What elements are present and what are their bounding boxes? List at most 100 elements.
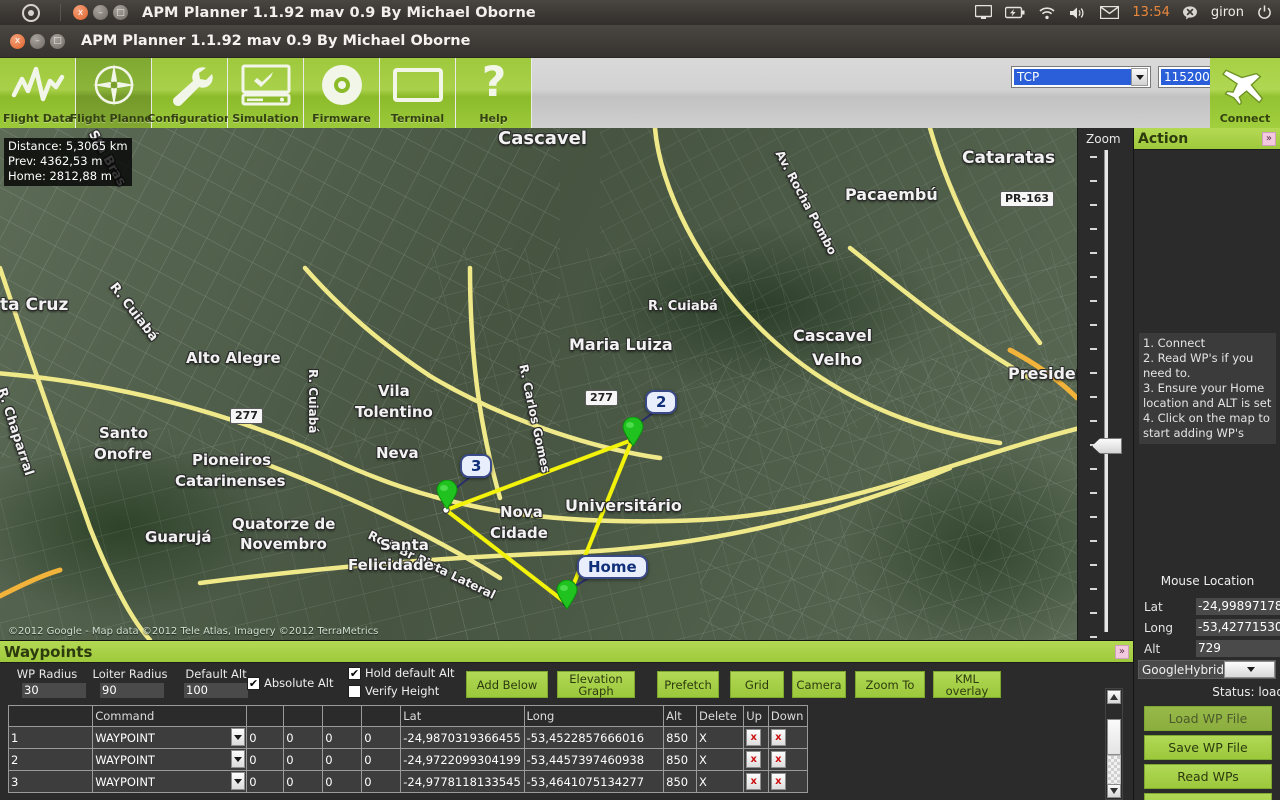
command-cell[interactable]: WAYPOINT: [92, 770, 248, 793]
battery-icon[interactable]: [1005, 6, 1025, 19]
read-wps-button[interactable]: Read WPs: [1144, 764, 1272, 789]
table-header-cell[interactable]: Down: [767, 705, 809, 727]
kml-overlay-button[interactable]: KML overlay: [933, 671, 1001, 698]
chevron-down-icon[interactable]: [1223, 661, 1275, 678]
minimize-icon[interactable]: –: [93, 5, 108, 20]
connect-button[interactable]: Connect: [1210, 58, 1280, 128]
table-body[interactable]: 1 WAYPOINT 0 0 0 0 -24,9870319366455 -53,452285…: [8, 726, 809, 793]
alt-cell[interactable]: 850: [663, 726, 698, 749]
param3-cell[interactable]: 0: [322, 770, 363, 793]
up-cell[interactable]: x: [743, 748, 769, 771]
delete-cell[interactable]: X: [696, 770, 745, 793]
table-row[interactable]: 2 WAYPOINT 0 0 0 0 -24,9722099304199 -53,445739…: [8, 748, 809, 771]
user-status-icon[interactable]: [1182, 5, 1198, 20]
param2-cell[interactable]: 0: [283, 770, 324, 793]
app-window-buttons[interactable]: x – □: [10, 33, 65, 49]
command-cell[interactable]: WAYPOINT: [92, 748, 248, 771]
checkbox-box[interactable]: ✔: [247, 676, 260, 690]
default-alt-input[interactable]: 100: [184, 683, 248, 698]
move-up-button[interactable]: x: [746, 773, 762, 790]
param1-cell[interactable]: 0: [246, 770, 285, 793]
waypoint-marker-icon[interactable]: [556, 579, 578, 610]
tab-flight-data[interactable]: Flight Data: [0, 58, 76, 128]
mouse-lat-value[interactable]: -24,99897178: [1196, 598, 1280, 615]
tab-terminal[interactable]: Terminal: [380, 58, 456, 128]
tab-simulation[interactable]: Simulation: [228, 58, 304, 128]
tab-flight-planner[interactable]: Flight Planner: [70, 58, 157, 128]
elevation-graph-button[interactable]: Elevation Graph: [557, 671, 635, 698]
table-row[interactable]: 1 WAYPOINT 0 0 0 0 -24,9870319366455 -53,452285…: [8, 726, 809, 749]
app-maximize-icon[interactable]: □: [50, 33, 65, 49]
waypoint-marker-icon[interactable]: [436, 479, 458, 510]
move-up-button[interactable]: x: [746, 729, 762, 746]
command-cell[interactable]: WAYPOINT: [92, 726, 248, 749]
checkbox-box[interactable]: [348, 684, 361, 698]
zoom-slider-track[interactable]: [1104, 150, 1108, 632]
waypoint-flag-label[interactable]: 3: [460, 454, 493, 478]
waypoint-marker-icon[interactable]: [622, 416, 644, 447]
mouse-alt-value[interactable]: 729: [1196, 640, 1280, 657]
grid-button[interactable]: Grid: [730, 671, 784, 698]
checkbox-box[interactable]: ✔: [348, 666, 361, 680]
alt-cell[interactable]: 850: [663, 748, 698, 771]
table-header-cell[interactable]: Alt: [663, 705, 698, 727]
table-header-cell[interactable]: Up: [743, 705, 769, 727]
tab-configuration[interactable]: Configuration: [147, 58, 232, 128]
camera-button[interactable]: Camera: [792, 671, 846, 698]
table-header-cell[interactable]: [322, 705, 363, 727]
map-source-select[interactable]: GoogleHybrid: [1138, 660, 1276, 679]
power-icon[interactable]: [1257, 5, 1272, 20]
param1-cell[interactable]: 0: [246, 726, 285, 749]
chevron-down-icon[interactable]: [231, 750, 246, 768]
move-down-button[interactable]: x: [770, 751, 786, 768]
lat-cell[interactable]: -24,9722099304199: [400, 748, 525, 771]
verify-height-checkbox[interactable]: Verify Height: [348, 684, 439, 698]
long-cell[interactable]: -53,4522857666016: [523, 726, 665, 749]
chevron-down-icon[interactable]: [1131, 68, 1148, 86]
connection-type-select[interactable]: TCP: [1011, 66, 1151, 88]
scrollbar-thumb[interactable]: [1107, 719, 1121, 755]
table-header-cell[interactable]: [8, 705, 94, 727]
lat-cell[interactable]: -24,9778118133545: [400, 770, 525, 793]
waypoint-flag-label[interactable]: 2: [645, 390, 678, 414]
table-header-cell[interactable]: Delete: [696, 705, 745, 727]
tab-firmware[interactable]: Firmware: [304, 58, 380, 128]
move-up-button[interactable]: x: [746, 751, 762, 768]
waypoints-table-wrap[interactable]: Command Lat Long Alt Delete Up Down 1 WAYPOINT 0…: [8, 705, 1101, 800]
param1-cell[interactable]: 0: [246, 748, 285, 771]
table-header-cell[interactable]: [246, 705, 285, 727]
up-cell[interactable]: x: [743, 726, 769, 749]
param2-cell[interactable]: 0: [283, 748, 324, 771]
save-wp-file-button[interactable]: Save WP File: [1144, 735, 1272, 760]
table-row[interactable]: 3 WAYPOINT 0 0 0 0 -24,9778118133545 -53,464107…: [8, 770, 809, 793]
wp-radius-input[interactable]: 30: [22, 683, 86, 698]
param3-cell[interactable]: 0: [322, 748, 363, 771]
param4-cell[interactable]: 0: [361, 748, 402, 771]
load-wp-file-button[interactable]: Load WP File: [1144, 706, 1272, 731]
table-header-cell[interactable]: [361, 705, 402, 727]
down-cell[interactable]: x: [767, 726, 809, 749]
ubuntu-logo-icon[interactable]: [22, 3, 40, 22]
loiter-radius-input[interactable]: 90: [100, 683, 164, 698]
table-header-cell[interactable]: Long: [523, 705, 665, 727]
chevron-down-icon[interactable]: [231, 728, 246, 746]
delete-cell[interactable]: X: [696, 726, 745, 749]
param2-cell[interactable]: 0: [283, 726, 324, 749]
absolute-alt-checkbox[interactable]: ✔ Absolute Alt: [247, 676, 334, 690]
scroll-up-button[interactable]: [1107, 690, 1121, 704]
app-minimize-icon[interactable]: –: [30, 33, 45, 49]
chevron-down-icon[interactable]: [231, 772, 246, 790]
param4-cell[interactable]: 0: [361, 726, 402, 749]
param3-cell[interactable]: 0: [322, 726, 363, 749]
clock[interactable]: 13:54: [1132, 5, 1169, 20]
delete-cell[interactable]: X: [696, 748, 745, 771]
app-close-icon[interactable]: x: [10, 33, 25, 49]
scroll-down-button[interactable]: [1107, 784, 1121, 798]
prefetch-button[interactable]: Prefetch: [657, 671, 719, 698]
chevron-double-down-icon[interactable]: »: [1114, 644, 1129, 659]
lat-cell[interactable]: -24,9870319366455: [400, 726, 525, 749]
close-icon[interactable]: x: [73, 5, 88, 20]
param4-cell[interactable]: 0: [361, 770, 402, 793]
monitor-icon[interactable]: [975, 5, 993, 20]
mail-icon[interactable]: [1100, 6, 1120, 19]
